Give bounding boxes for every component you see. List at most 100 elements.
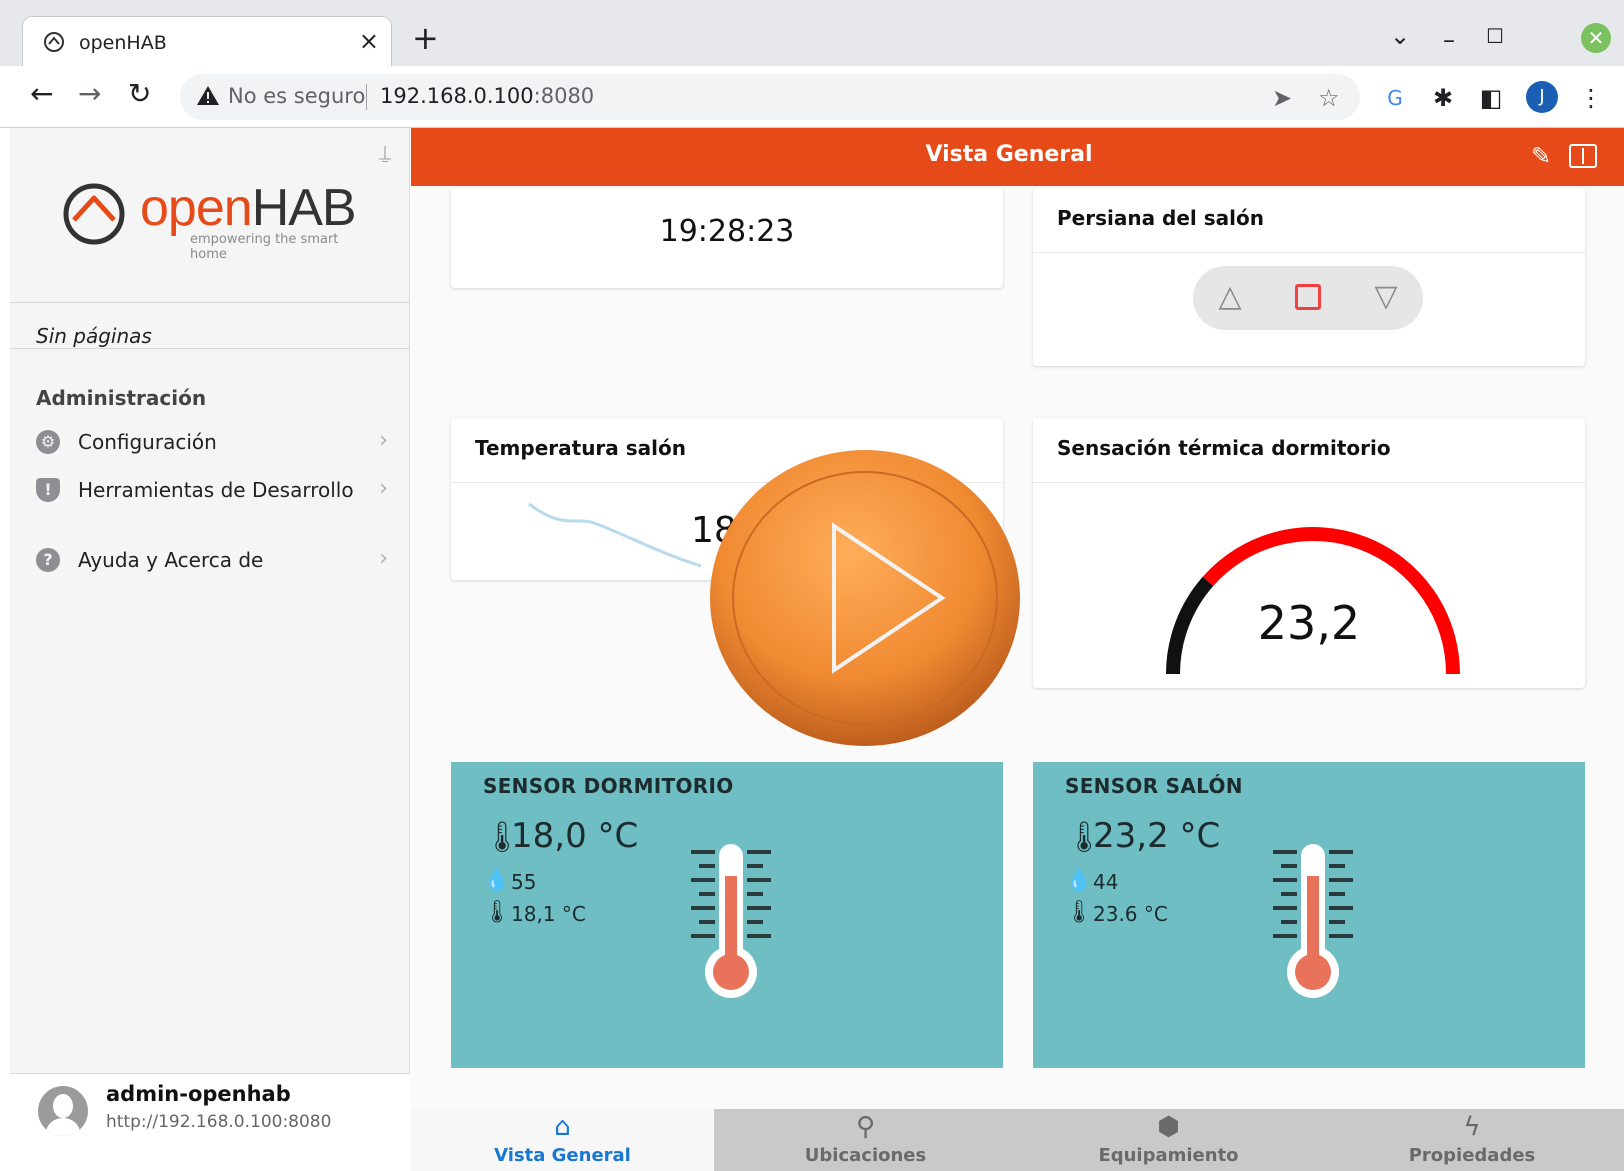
pin-icon[interactable]: ⍊ [379, 140, 391, 164]
shield-icon: ! [36, 478, 60, 502]
help-icon: ? [36, 548, 60, 572]
sidebar-divider [10, 348, 410, 349]
tab-ubicaciones[interactable]: ⚲ Ubicaciones [714, 1109, 1017, 1171]
video-play-button[interactable] [706, 446, 1024, 750]
sidebar-item-herramientas[interactable]: ! Herramientas de Desarrollo › [10, 468, 410, 512]
omnibox-separator [366, 84, 367, 110]
sensor-temperature: 18,0 °C [511, 816, 639, 856]
side-panel-icon[interactable]: ◧ [1478, 85, 1504, 111]
tab-propiedades[interactable]: ϟ Propiedades [1320, 1109, 1624, 1171]
toggle-panel-icon[interactable] [1569, 144, 1597, 168]
clock-card: 19:28:23 [451, 188, 1003, 288]
profile-avatar[interactable]: J [1526, 81, 1558, 113]
new-tab-button[interactable]: + [412, 22, 439, 54]
reload-icon[interactable]: ↻ [128, 79, 151, 109]
gauge-chart [1166, 527, 1460, 675]
minimize-icon[interactable]: – [1443, 26, 1455, 54]
location-icon: ⚲ [855, 1112, 876, 1142]
sensor-card-dormitorio[interactable]: SENSOR DORMITORIO 🌡 18,0 °C 💧 55 🌡 18,1 … [451, 762, 1003, 1068]
cube-icon: ⬢ [1157, 1112, 1180, 1142]
window-close-icon[interactable]: ✕ [1581, 23, 1611, 53]
sensor-feels-like: 23.6 °C [1093, 902, 1168, 926]
tab-equipamiento[interactable]: ⬢ Equipamiento [1017, 1109, 1320, 1171]
sensor-title: SENSOR SALÓN [1065, 774, 1243, 798]
sensor-humidity: 44 [1093, 870, 1119, 894]
shutter-down-button[interactable]: ▽ [1369, 280, 1403, 314]
sidebar-item-label: Configuración [78, 430, 217, 454]
page-title: Vista General [925, 142, 1093, 167]
back-icon[interactable]: ← [30, 79, 53, 109]
no-pages-label: Sin páginas [36, 324, 152, 348]
tab-label: Vista General [494, 1145, 631, 1166]
sensor-title: SENSOR DORMITORIO [483, 774, 734, 798]
thermometer-icon: 🌡 [483, 900, 511, 925]
gauge-card: Sensación térmica dormitorio 23,2 [1033, 418, 1585, 688]
edit-pencil-icon[interactable]: ✎ [1531, 142, 1551, 170]
shutter-up-button[interactable]: △ [1213, 280, 1247, 314]
tab-vista-general[interactable]: ⌂ Vista General [411, 1109, 714, 1171]
sensor-feels-like: 18,1 °C [511, 902, 586, 926]
forward-icon[interactable]: → [78, 79, 101, 109]
sidebar-item-configuracion[interactable]: ⚙ Configuración › [10, 420, 410, 464]
home-icon: ⌂ [554, 1112, 571, 1142]
rollershutter-card: Persiana del salón △ ▽ [1033, 188, 1585, 366]
browser-toolbar: ← → ↻ No es seguro 192.168.0.100:8080 ➤ … [0, 66, 1624, 128]
page-navbar: Vista General ✎ [411, 128, 1624, 186]
sensor-temperature: 23,2 °C [1093, 816, 1221, 856]
tab-label: Ubicaciones [804, 1145, 927, 1166]
gauge-value: 23,2 [1257, 596, 1361, 650]
tab-label: Equipamiento [1098, 1145, 1239, 1166]
bookmark-star-icon[interactable]: ☆ [1318, 84, 1340, 112]
user-profile[interactable]: admin-openhab http://192.168.0.100:8080 [10, 1073, 410, 1171]
trend-line [528, 502, 702, 568]
rollershutter-controls: △ ▽ [1193, 266, 1423, 330]
humidity-drop-icon: 💧 [1065, 868, 1093, 893]
tab-search-icon[interactable]: ⌄ [1390, 22, 1410, 50]
gear-icon: ⚙ [36, 430, 60, 454]
shutter-stop-button[interactable] [1295, 284, 1321, 310]
thermometer-illustration-icon [691, 844, 771, 998]
avatar [38, 1086, 88, 1136]
logo-open-text: open [140, 179, 253, 237]
not-secure-label: No es seguro [228, 84, 366, 108]
tab-strip: openHAB × + ⌄ – ☐ ✕ [0, 0, 1624, 66]
thermometer-icon: 🌡 [1065, 900, 1093, 925]
address-bar[interactable]: No es seguro 192.168.0.100:8080 ➤ ☆ [180, 74, 1360, 120]
humidity-drop-icon: 💧 [483, 868, 511, 893]
sidebar: ⍊ openHAB empowering the smart home Sin … [10, 128, 410, 1171]
thermometer-illustration-icon [1273, 844, 1353, 998]
sidebar-divider [10, 302, 410, 303]
warning-icon [197, 86, 219, 105]
bolt-icon: ϟ [1463, 1112, 1481, 1142]
browser-tab[interactable]: openHAB × [22, 16, 392, 66]
openhab-logo: openHAB empowering the smart home [60, 178, 370, 262]
translate-extension-icon[interactable]: G [1382, 85, 1408, 111]
card-divider [1033, 482, 1585, 483]
maximize-icon[interactable]: ☐ [1486, 24, 1504, 48]
sidebar-item-ayuda[interactable]: ? Ayuda y Acerca de › [10, 538, 410, 582]
openhab-favicon-icon [44, 32, 64, 52]
sidebar-item-label: Herramientas de Desarrollo [78, 478, 354, 502]
send-icon[interactable]: ➤ [1272, 84, 1292, 112]
card-title: Persiana del salón [1057, 206, 1264, 230]
card-title: Temperatura salón [475, 436, 686, 460]
chevron-right-icon: › [379, 428, 388, 453]
card-title: Sensación térmica dormitorio [1057, 436, 1391, 460]
clock-value: 19:28:23 [659, 214, 795, 249]
user-name: admin-openhab [106, 1082, 291, 1106]
sidebar-item-label: Ayuda y Acerca de [78, 548, 264, 572]
openhab-logo-mark-icon [63, 183, 125, 245]
browser-menu-icon[interactable]: ⋮ [1578, 85, 1604, 111]
tab-label: Propiedades [1408, 1145, 1536, 1166]
logo-wordmark: openHAB [140, 178, 357, 238]
sensor-humidity: 55 [511, 870, 537, 894]
user-server-url: http://192.168.0.100:8080 [106, 1112, 332, 1132]
url-text: 192.168.0.100:8080 [380, 84, 594, 108]
browser-chrome: openHAB × + ⌄ – ☐ ✕ ← → ↻ No es seguro 1… [0, 0, 1624, 128]
url-host: 192.168.0.100 [380, 84, 534, 108]
sensor-card-salon[interactable]: SENSOR SALÓN 🌡 23,2 °C 💧 44 🌡 23.6 °C [1033, 762, 1585, 1068]
chevron-right-icon: › [379, 476, 388, 501]
extensions-puzzle-icon[interactable]: ✱ [1430, 85, 1456, 111]
tab-close-icon[interactable]: × [359, 27, 379, 55]
bottom-tabbar: ⌂ Vista General ⚲ Ubicaciones ⬢ Equipami… [411, 1109, 1624, 1171]
